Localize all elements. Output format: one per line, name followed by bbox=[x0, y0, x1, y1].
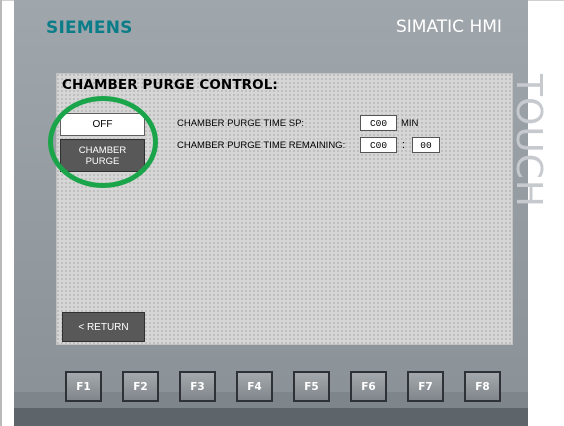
f3-key[interactable]: F3 bbox=[179, 371, 216, 402]
purge-time-sp-label: CHAMBER PURGE TIME SP: bbox=[177, 118, 305, 129]
f1-key[interactable]: F1 bbox=[65, 371, 102, 402]
purge-time-remaining-label: CHAMBER PURGE TIME REMAINING: bbox=[177, 140, 346, 151]
f4-key[interactable]: F4 bbox=[236, 371, 273, 402]
touch-side-label: TOUCH bbox=[508, 74, 549, 214]
purge-time-remaining-seconds: 00 bbox=[412, 137, 440, 153]
simatic-hmi-label: SIMATIC HMI bbox=[396, 17, 502, 37]
siemens-logo: SIEMENS bbox=[46, 18, 133, 38]
left-border bbox=[0, 0, 2, 426]
f7-key[interactable]: F7 bbox=[407, 371, 444, 402]
f2-key[interactable]: F2 bbox=[122, 371, 159, 402]
time-separator: : bbox=[402, 139, 406, 151]
purge-time-sp-input[interactable]: C00 bbox=[360, 115, 397, 131]
purge-time-remaining-minutes: C00 bbox=[360, 137, 397, 153]
highlight-circle bbox=[48, 96, 158, 188]
purge-time-sp-unit: MIN bbox=[401, 118, 419, 129]
touch-text: TOUCH bbox=[508, 74, 549, 208]
panel-bottom-edge bbox=[14, 408, 528, 426]
page-title: CHAMBER PURGE CONTROL: bbox=[62, 77, 278, 93]
f8-key[interactable]: F8 bbox=[464, 371, 501, 402]
f5-key[interactable]: F5 bbox=[293, 371, 330, 402]
f6-key[interactable]: F6 bbox=[350, 371, 387, 402]
return-button[interactable]: < RETURN bbox=[62, 312, 145, 342]
